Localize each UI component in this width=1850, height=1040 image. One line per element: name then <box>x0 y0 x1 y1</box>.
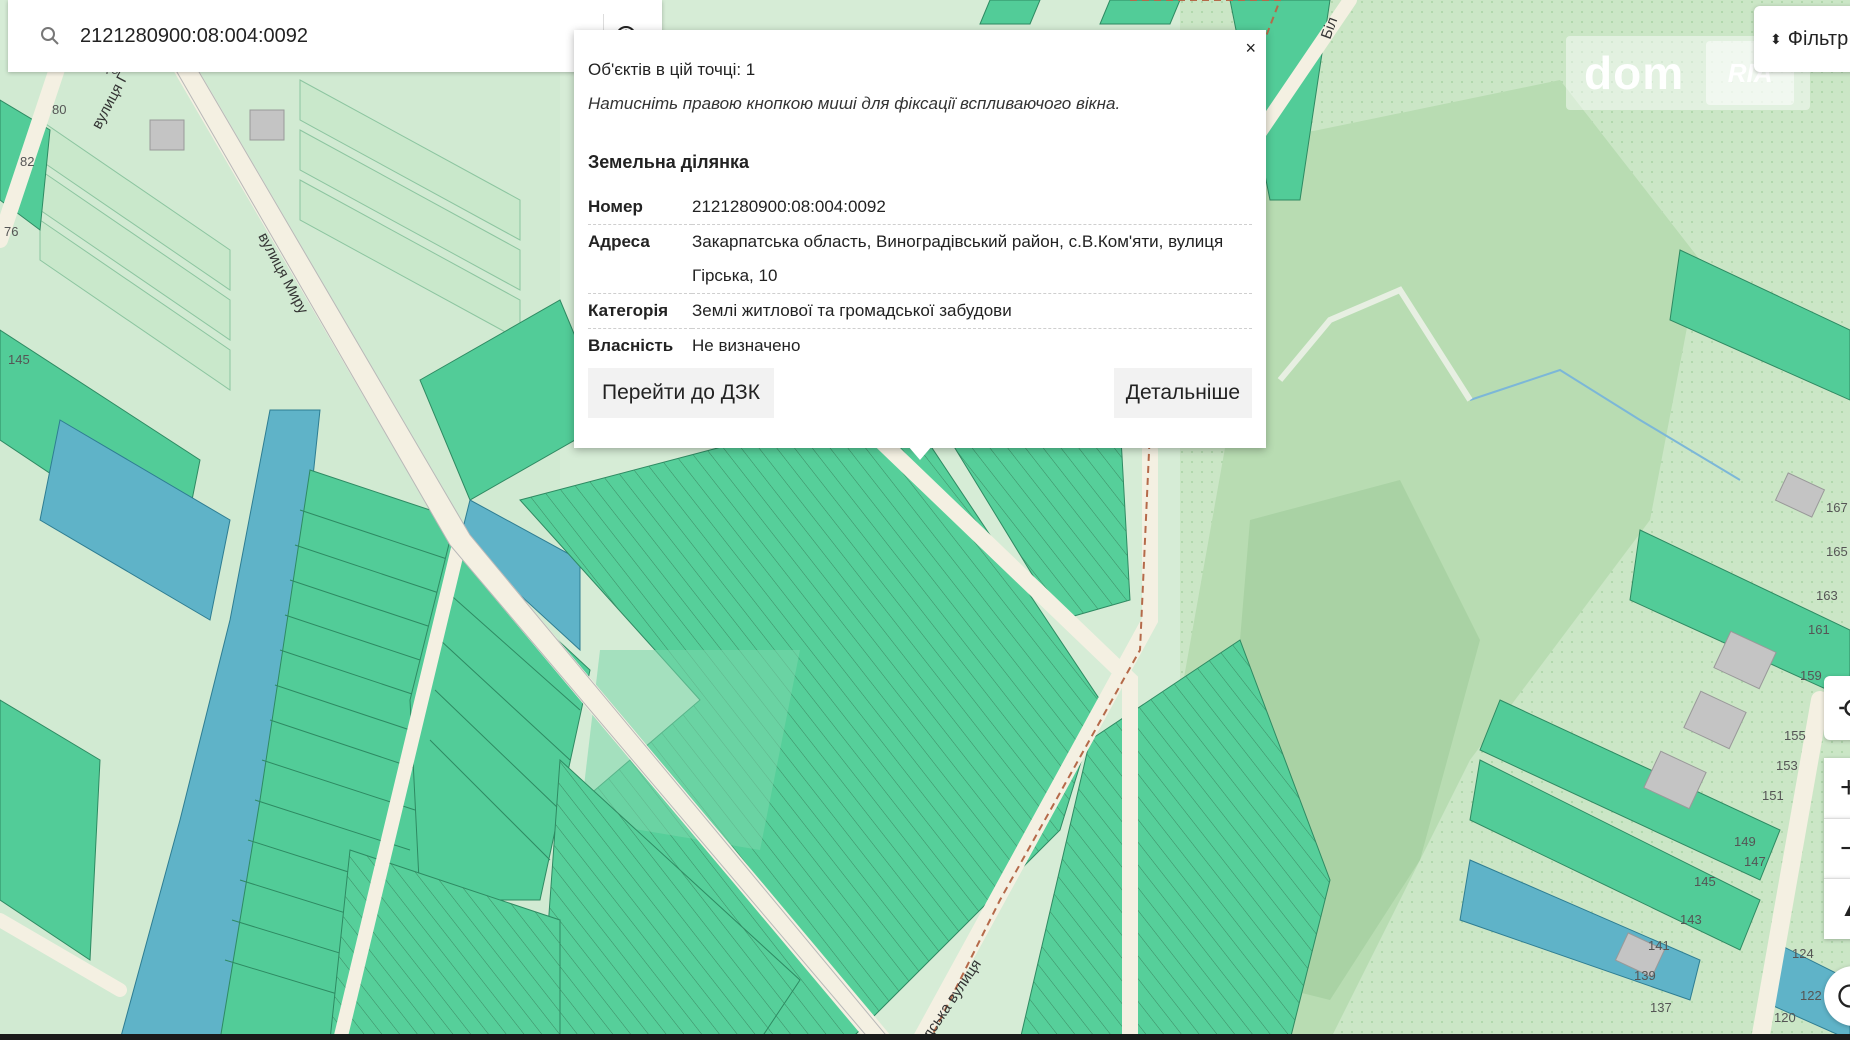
layers-icon <box>1838 984 1850 1008</box>
filter-label: Фільтр <box>1787 27 1849 50</box>
house-number: 143 <box>1680 912 1702 927</box>
property-key: Категорія <box>588 301 669 320</box>
watermark-brand: dom <box>1584 47 1685 99</box>
property-key: Власність <box>588 336 674 355</box>
compass-button[interactable]: ▲ <box>1824 878 1850 939</box>
property-value: Не визначено <box>692 336 801 355</box>
house-number: 141 <box>1648 938 1670 953</box>
search-bar[interactable] <box>8 0 662 72</box>
house-number: 82 <box>20 154 34 169</box>
house-number: 124 <box>1792 946 1814 961</box>
house-number: 122 <box>1800 988 1822 1003</box>
property-key: Номер <box>588 197 643 216</box>
locate-button[interactable] <box>1824 676 1850 740</box>
close-popup-button[interactable]: × <box>1245 38 1256 59</box>
table-row: Номер 2121280900:08:004:0092 <box>588 190 1252 225</box>
popup-hint: Натисніть правою кнопкою миші для фіксац… <box>588 94 1121 113</box>
locate-icon <box>1839 699 1850 717</box>
go-to-dzk-button[interactable]: Перейти до ДЗК <box>588 368 774 418</box>
house-number: 159 <box>1800 668 1822 683</box>
property-key: Адреса <box>588 232 650 251</box>
house-number: 161 <box>1808 622 1830 637</box>
house-number: 137 <box>1650 1000 1672 1015</box>
section-title: Земельна ділянка <box>588 152 750 172</box>
plus-icon: + <box>1840 771 1850 804</box>
house-number: 147 <box>1744 854 1766 869</box>
house-number: 151 <box>1762 788 1784 803</box>
filter-button[interactable]: ⬍ Фільтр <box>1754 6 1850 72</box>
property-value: Землі житлової та громадської забудови <box>692 301 1012 320</box>
house-number: 165 <box>1826 544 1848 559</box>
compass-icon: ▲ <box>1840 896 1850 922</box>
parcel-info-popup: × Об'єктів в цій точці: 1 Натисніть прав… <box>574 30 1266 448</box>
house-number: 76 <box>4 224 18 239</box>
house-number: 163 <box>1816 588 1838 603</box>
house-number: 145 <box>1694 874 1716 889</box>
table-row: Категорія Землі житлової та громадської … <box>588 294 1252 329</box>
minus-icon: − <box>1840 832 1850 865</box>
parcel-properties-table: Номер 2121280900:08:004:0092 Адреса Зака… <box>588 190 1252 363</box>
search-icon <box>41 27 59 45</box>
details-button[interactable]: Детальніше <box>1113 368 1252 418</box>
house-number: 167 <box>1826 500 1848 515</box>
house-number: 155 <box>1784 728 1806 743</box>
zoom-out-button[interactable]: − <box>1824 818 1850 879</box>
property-value: Закарпатська область, Виноградівський ра… <box>692 232 1224 285</box>
zoom-in-button[interactable]: + <box>1824 758 1850 818</box>
house-number: 139 <box>1634 968 1656 983</box>
search-input[interactable] <box>78 23 582 49</box>
table-row: Власність Не визначено <box>588 329 1252 364</box>
property-value: 2121280900:08:004:0092 <box>692 197 886 216</box>
popup-pointer <box>908 446 932 460</box>
sort-arrows-icon: ⬍ <box>1770 30 1782 47</box>
table-row: Адреса Закарпатська область, Виноградівс… <box>588 225 1252 294</box>
house-number: 149 <box>1734 834 1756 849</box>
house-number: 145 <box>8 352 30 367</box>
house-number: 120 <box>1774 1010 1796 1025</box>
house-number: 80 <box>52 102 66 117</box>
objects-count: Об'єктів в цій точці: 1 <box>588 60 756 79</box>
bottom-strip <box>0 1034 1850 1040</box>
house-number: 153 <box>1776 758 1798 773</box>
